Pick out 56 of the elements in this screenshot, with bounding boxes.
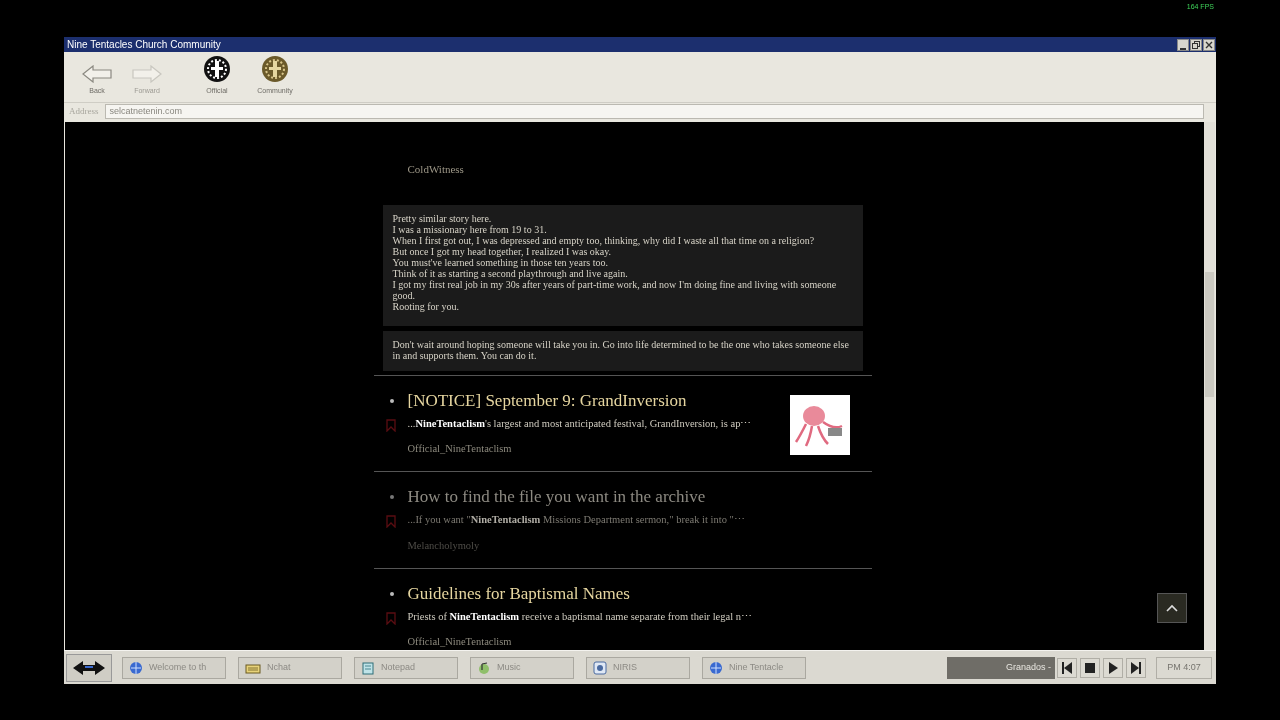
restore-button[interactable]: [1190, 38, 1202, 51]
notepad-app-icon: [361, 660, 375, 675]
clock: PM 4:07: [1156, 656, 1212, 679]
post-title[interactable]: Guidelines for Baptismal Names: [407, 582, 872, 605]
bookmark-icon: [385, 418, 396, 432]
taskbar-item[interactable]: Notepad: [354, 656, 458, 679]
taskbar-item[interactable]: Music: [470, 656, 574, 679]
globe-app-icon: [129, 660, 143, 675]
arrow-logo-icon: [71, 658, 107, 677]
post-author: Official_NineTentaclism: [407, 442, 513, 457]
globe-app-icon: [709, 660, 723, 675]
back-arrow-icon: [82, 64, 112, 83]
player-button[interactable]: [1103, 657, 1123, 678]
minimize-icon: [1180, 47, 1186, 50]
comment-text: Pretty similar story here. I was a missionary here from 19 to 31. When I first got out, I was depressed and empty too, thinking, why did I waste all that time on a religion? But once I got my head together, I realized I was okay. You must've learned something in those ten years too. Think of it as starting a second playthrough and live again. I got my first real job in my 30s after years of part-time work, and now I'm doing fine and living with someone good. Rooting for you.: [382, 204, 863, 326]
post-author: Melancholymoly: [407, 538, 481, 553]
start-button[interactable]: [66, 653, 112, 682]
comment-author: ColdWitness: [407, 162, 465, 177]
bullet-icon: [389, 591, 394, 596]
play-icon: [1108, 661, 1118, 674]
restore-icon: [1192, 40, 1200, 49]
track-title: Granados -: [947, 656, 1055, 679]
minimize-button[interactable]: [1177, 38, 1189, 51]
bullet-icon: [389, 398, 394, 403]
taskbar-item[interactable]: NIRIS: [586, 656, 690, 679]
player-button[interactable]: [1126, 657, 1146, 678]
close-icon: [1205, 40, 1213, 49]
post-title[interactable]: [NOTICE] September 9: GrandInversion: [407, 389, 790, 412]
post-title[interactable]: How to find the file you want in the archive: [407, 486, 872, 508]
comment-text: Don't wait around hoping someone will take you in. Go into life determined to be the one who takes someone else in and supports them. You can do it.: [382, 330, 863, 371]
post-author: Official_NineTentaclism: [407, 635, 513, 650]
taskbar-item[interactable]: Nchat: [238, 656, 342, 679]
stop-icon: [1085, 662, 1095, 673]
close-button[interactable]: [1203, 38, 1215, 51]
music-app-icon: [477, 660, 491, 675]
keyboard-app-icon: [245, 661, 261, 674]
scroll-top-button[interactable]: [1157, 593, 1187, 623]
emblem-icon: [261, 54, 289, 83]
post-snippet: ...NineTentaclism's largest and most anticipated festival, GrandInversion, is ap⋯: [407, 416, 753, 431]
chevron-up-icon: [1166, 604, 1178, 612]
bookmark-icon: [385, 515, 396, 528]
address-field[interactable]: selcatnetenin.com: [104, 104, 1204, 119]
forward-arrow-icon: [132, 64, 162, 83]
skip-forward-icon: [1131, 661, 1141, 674]
skip-back-icon: [1062, 661, 1072, 674]
post-snippet: Priests of NineTentaclism receive a baptismal name separate from their legal n⋯: [407, 609, 753, 624]
bullet-icon: [389, 495, 394, 499]
taskbar-item[interactable]: Nine Tentacle: [702, 656, 806, 679]
player-button[interactable]: [1057, 657, 1077, 678]
bookmark-icon: [385, 611, 396, 625]
post-snippet: ...If you want "NineTentaclism Missions Department sermon," break it into "⋯: [407, 513, 746, 527]
player-button[interactable]: [1080, 657, 1100, 678]
taskbar-item[interactable]: Welcome to th: [122, 656, 226, 679]
emblem-icon: [203, 54, 231, 83]
window-title: Nine Tentacles Church Community: [67, 38, 221, 52]
disc-app-icon: [593, 660, 607, 675]
